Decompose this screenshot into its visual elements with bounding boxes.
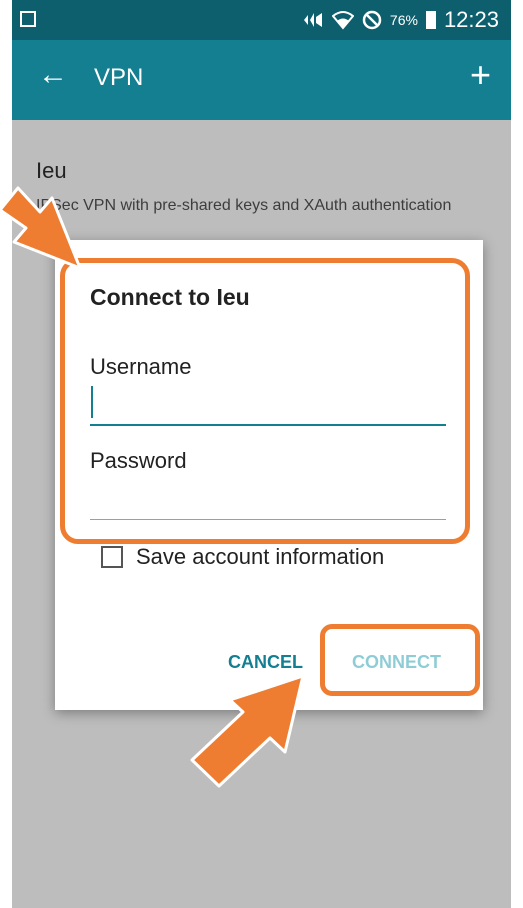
- signal-icon: [303, 13, 322, 27]
- status-bar: 76% 12:23: [12, 0, 511, 40]
- vpn-profile-description: IPSec VPN with pre-shared keys and XAuth…: [36, 197, 452, 214]
- vpn-profile-name: Ieu: [36, 158, 67, 183]
- save-account-checkbox[interactable]: [101, 546, 123, 568]
- status-icons: 76% 12:23: [302, 7, 499, 33]
- wifi-icon: [331, 11, 354, 30]
- status-time: 12:23: [443, 7, 499, 32]
- page-title: VPN: [94, 64, 144, 91]
- battery-icon: [425, 11, 436, 29]
- save-account-label[interactable]: Save account information: [136, 544, 384, 570]
- gallery-notification-icon: [20, 11, 36, 27]
- connect-highlight-box: [320, 624, 480, 696]
- form-highlight-box: [60, 258, 470, 544]
- battery-percent: 76%: [389, 12, 418, 28]
- cancel-button[interactable]: CANCEL: [228, 652, 303, 673]
- arrow-left-icon[interactable]: ←: [38, 60, 68, 90]
- plus-icon[interactable]: +: [470, 57, 491, 93]
- do-not-disturb-icon: [362, 10, 382, 30]
- app-bar: ← VPN +: [12, 40, 511, 120]
